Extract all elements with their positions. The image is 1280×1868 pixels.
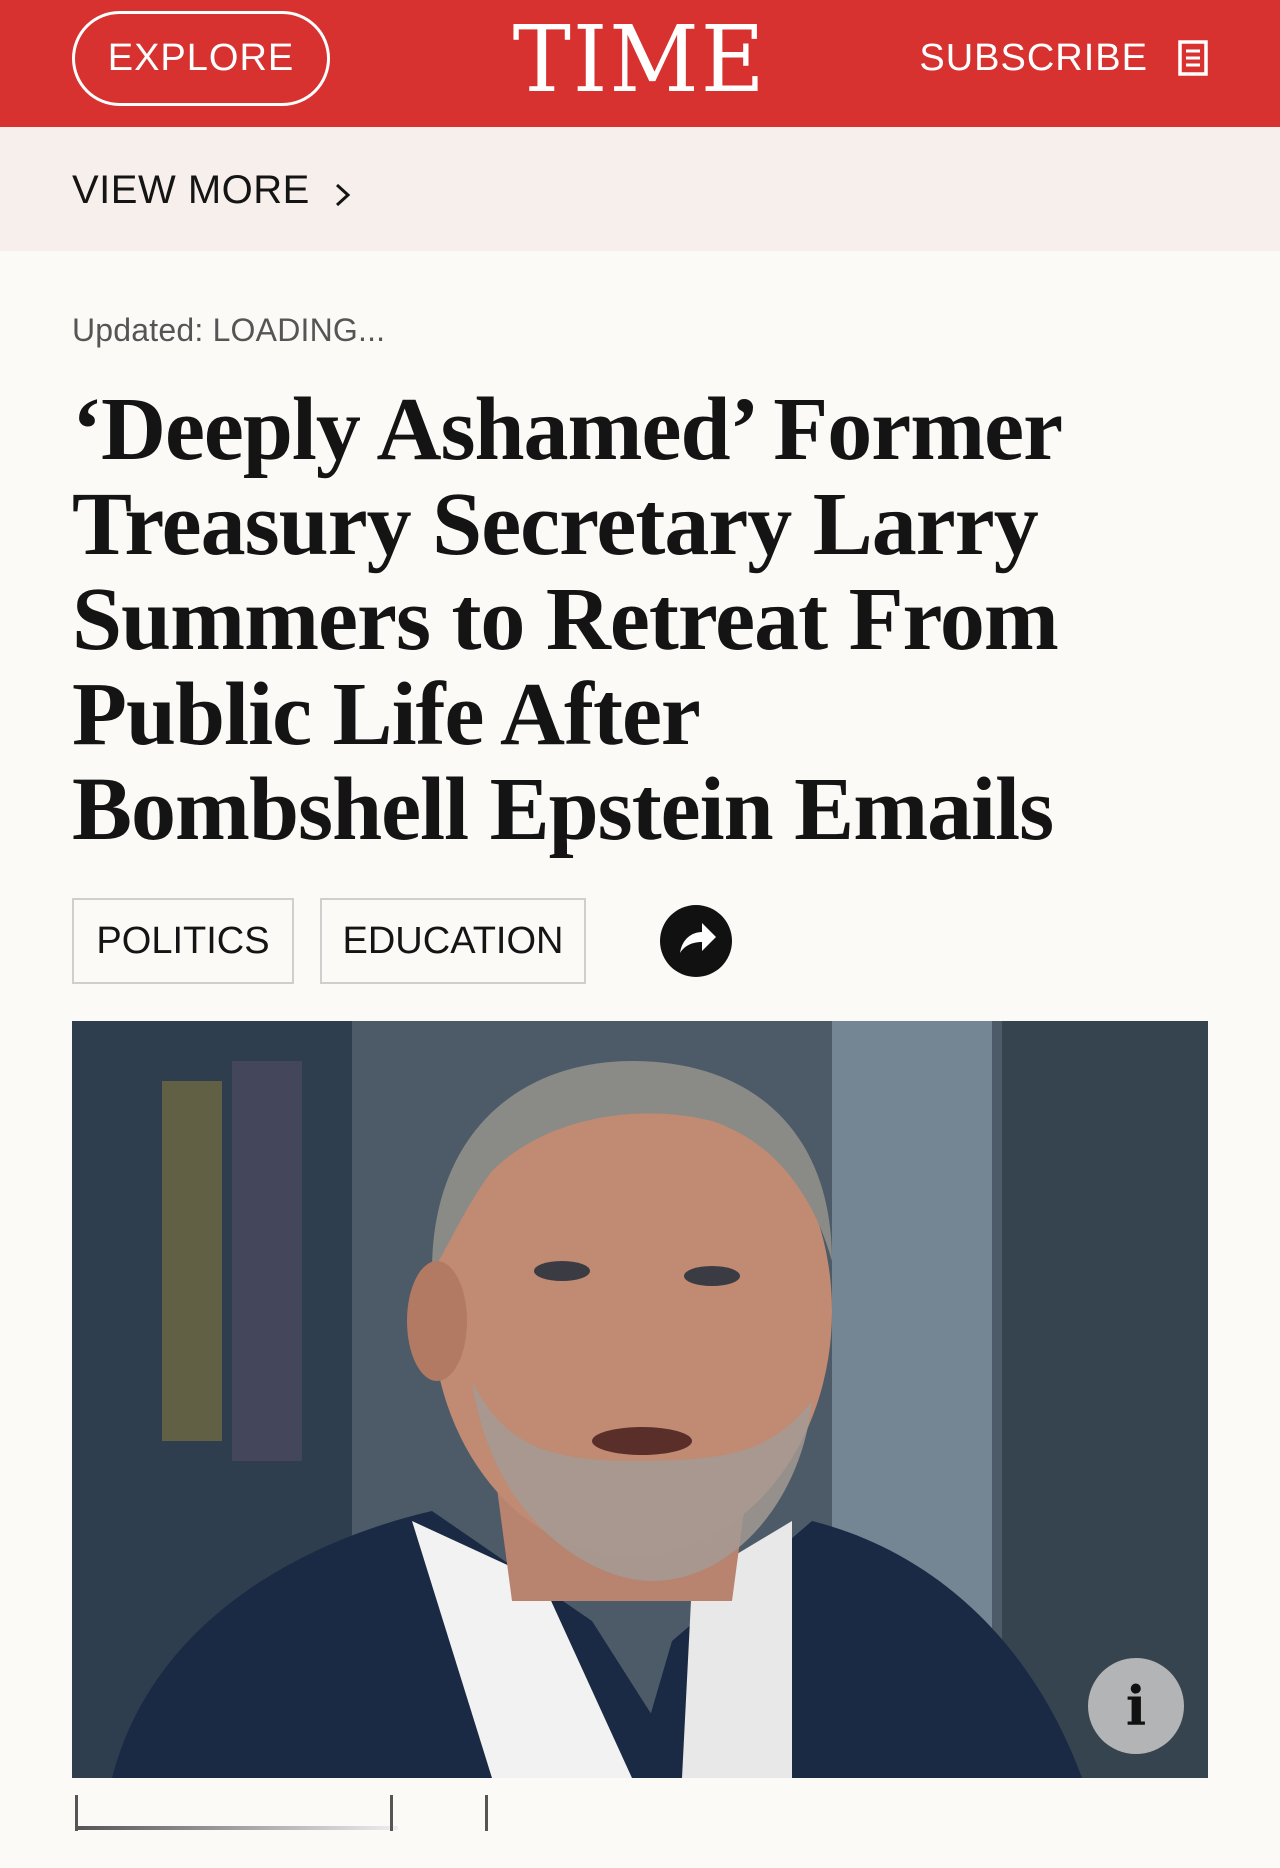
subscribe-label: SUBSCRIBE: [919, 36, 1148, 79]
loading-placeholder: [485, 1795, 488, 1831]
tag-label: POLITICS: [96, 919, 270, 962]
logo-text[interactable]: TIME: [513, 8, 767, 112]
explore-button[interactable]: EXPLORE: [72, 11, 330, 106]
view-more-bar: VIEW MORE: [0, 127, 1280, 251]
subscribe-button[interactable]: SUBSCRIBE: [919, 28, 1208, 88]
tag-politics[interactable]: POLITICS: [72, 898, 294, 984]
info-icon: i: [1125, 1674, 1147, 1738]
tag-education[interactable]: EDUCATION: [320, 898, 586, 984]
chevron-right-icon: [332, 175, 354, 207]
article-hero-photo: i: [72, 1021, 1208, 1778]
loading-placeholder: [390, 1795, 393, 1831]
view-more-label: VIEW MORE: [72, 167, 310, 212]
updated-timestamp: Updated: LOADING...: [72, 312, 386, 348]
portrait-illustration: [72, 1021, 1208, 1778]
site-header: EXPLORE TIME SUBSCRIBE: [0, 0, 1280, 127]
view-more-link[interactable]: VIEW MORE: [72, 165, 354, 215]
tag-label: EDUCATION: [342, 919, 564, 962]
share-icon: [674, 919, 718, 964]
photo-info-button[interactable]: i: [1088, 1658, 1184, 1754]
explore-label: EXPLORE: [107, 37, 295, 79]
tag-row: POLITICS EDUCATION: [72, 898, 732, 984]
loading-placeholder-line: [78, 1826, 398, 1830]
article-headline: ‘Deeply Ashamed’ Former Treasury Secreta…: [72, 380, 1061, 859]
magazine-icon: [1178, 40, 1208, 76]
share-button[interactable]: [660, 905, 732, 977]
